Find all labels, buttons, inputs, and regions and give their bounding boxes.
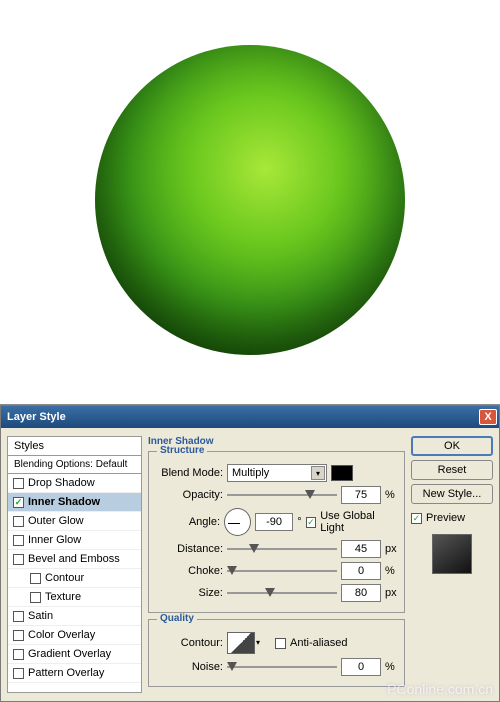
blend-mode-select[interactable]: Multiply ▾ xyxy=(227,464,327,482)
reset-button[interactable]: Reset xyxy=(411,460,493,480)
preview-swatch xyxy=(432,534,472,574)
choke-slider[interactable] xyxy=(227,564,337,578)
anti-aliased-checkbox[interactable] xyxy=(275,638,286,649)
chevron-down-icon: ▾ xyxy=(311,466,325,480)
blend-mode-label: Blend Mode: xyxy=(155,467,223,479)
structure-legend: Structure xyxy=(157,445,207,456)
style-row-color-overlay[interactable]: Color Overlay xyxy=(8,626,141,645)
distance-slider[interactable] xyxy=(227,542,337,556)
style-checkbox[interactable] xyxy=(30,573,41,584)
style-checkbox[interactable] xyxy=(13,649,24,660)
titlebar: Layer Style X xyxy=(1,406,499,428)
new-style-button[interactable]: New Style... xyxy=(411,484,493,504)
quality-legend: Quality xyxy=(157,613,197,624)
settings-panel: Inner Shadow Structure Blend Mode: Multi… xyxy=(148,436,405,693)
size-input[interactable]: 80 xyxy=(341,584,381,602)
choke-label: Choke: xyxy=(155,565,223,577)
style-row-inner-shadow[interactable]: ✓ Inner Shadow xyxy=(8,493,141,512)
quality-fieldset: Quality Contour: ▾ Anti-aliased Noise: 0… xyxy=(148,619,405,687)
noise-input[interactable]: 0 xyxy=(341,658,381,676)
opacity-slider[interactable] xyxy=(227,488,337,502)
style-row-label: Texture xyxy=(45,591,81,603)
choke-input[interactable]: 0 xyxy=(341,562,381,580)
angle-label: Angle: xyxy=(155,516,220,528)
opacity-unit: % xyxy=(385,489,395,501)
preview-checkbox[interactable]: ✓ xyxy=(411,513,422,524)
style-row-label: Contour xyxy=(45,572,84,584)
anti-aliased-label: Anti-aliased xyxy=(290,637,347,649)
style-checkbox[interactable] xyxy=(13,611,24,622)
style-row-label: Color Overlay xyxy=(28,629,95,641)
distance-unit: px xyxy=(385,543,397,555)
canvas-preview xyxy=(0,0,500,405)
style-row-label: Outer Glow xyxy=(28,515,84,527)
style-checkbox[interactable]: ✓ xyxy=(13,497,24,508)
style-row-label: Gradient Overlay xyxy=(28,648,111,660)
green-sphere xyxy=(95,45,405,355)
style-row-outer-glow[interactable]: Outer Glow xyxy=(8,512,141,531)
blending-options-row[interactable]: Blending Options: Default xyxy=(8,456,141,474)
noise-slider[interactable] xyxy=(227,660,337,674)
chevron-down-icon: ▾ xyxy=(256,638,266,648)
style-checkbox[interactable] xyxy=(13,668,24,679)
global-light-checkbox[interactable]: ✓ xyxy=(306,517,317,528)
contour-label: Contour: xyxy=(155,637,223,649)
style-row-texture[interactable]: Texture xyxy=(8,588,141,607)
ok-button[interactable]: OK xyxy=(411,436,493,456)
style-row-bevel-and-emboss[interactable]: Bevel and Emboss xyxy=(8,550,141,569)
style-row-label: Drop Shadow xyxy=(28,477,95,489)
style-checkbox[interactable] xyxy=(13,630,24,641)
distance-label: Distance: xyxy=(155,543,223,555)
angle-input[interactable]: -90 xyxy=(255,513,293,531)
contour-picker[interactable]: ▾ xyxy=(227,632,255,654)
style-row-gradient-overlay[interactable]: Gradient Overlay xyxy=(8,645,141,664)
style-checkbox[interactable] xyxy=(30,592,41,603)
opacity-input[interactable]: 75 xyxy=(341,486,381,504)
layer-style-dialog: Layer Style X Styles Blending Options: D… xyxy=(0,405,500,702)
style-row-satin[interactable]: Satin xyxy=(8,607,141,626)
dialog-title: Layer Style xyxy=(7,411,479,423)
distance-input[interactable]: 45 xyxy=(341,540,381,558)
close-icon: X xyxy=(484,411,491,423)
style-checkbox[interactable] xyxy=(13,535,24,546)
style-checkbox[interactable] xyxy=(13,516,24,527)
shadow-color-swatch[interactable] xyxy=(331,465,353,481)
preview-label: Preview xyxy=(426,512,465,524)
style-checkbox[interactable] xyxy=(13,478,24,489)
close-button[interactable]: X xyxy=(479,409,497,425)
angle-unit: ° xyxy=(297,516,301,528)
blend-mode-value: Multiply xyxy=(232,467,269,479)
dialog-buttons: OK Reset New Style... ✓ Preview xyxy=(411,436,493,693)
styles-header[interactable]: Styles xyxy=(8,437,141,456)
structure-fieldset: Structure Blend Mode: Multiply ▾ Opacity… xyxy=(148,451,405,613)
styles-list-panel: Styles Blending Options: Default Drop Sh… xyxy=(7,436,142,693)
style-row-drop-shadow[interactable]: Drop Shadow xyxy=(8,474,141,493)
style-row-label: Inner Shadow xyxy=(28,496,100,508)
noise-label: Noise: xyxy=(155,661,223,673)
style-row-pattern-overlay[interactable]: Pattern Overlay xyxy=(8,664,141,683)
angle-dial[interactable] xyxy=(224,508,251,536)
style-checkbox[interactable] xyxy=(13,554,24,565)
style-row-label: Satin xyxy=(28,610,53,622)
style-row-contour[interactable]: Contour xyxy=(8,569,141,588)
style-row-label: Pattern Overlay xyxy=(28,667,104,679)
style-row-inner-glow[interactable]: Inner Glow xyxy=(8,531,141,550)
noise-unit: % xyxy=(385,661,395,673)
size-label: Size: xyxy=(155,587,223,599)
style-row-label: Inner Glow xyxy=(28,534,81,546)
size-slider[interactable] xyxy=(227,586,337,600)
choke-unit: % xyxy=(385,565,395,577)
style-row-label: Bevel and Emboss xyxy=(28,553,120,565)
global-light-label: Use Global Light xyxy=(320,510,398,534)
size-unit: px xyxy=(385,587,397,599)
opacity-label: Opacity: xyxy=(155,489,223,501)
